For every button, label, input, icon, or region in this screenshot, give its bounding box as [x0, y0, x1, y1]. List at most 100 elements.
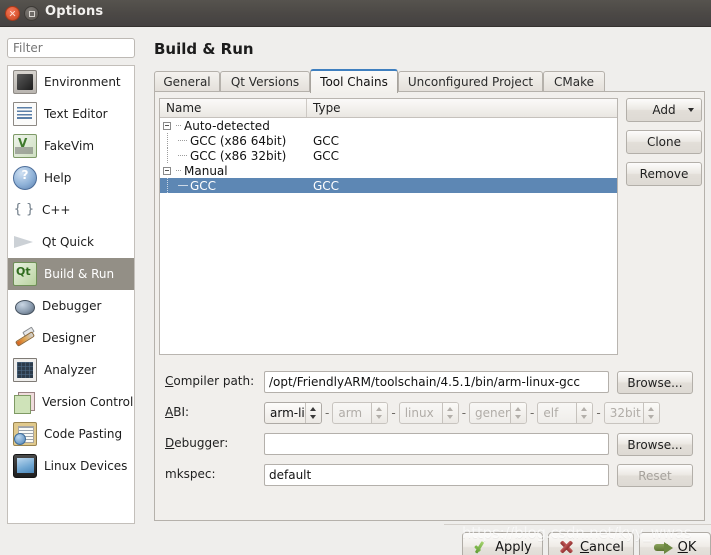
- compiler-path-row: Compiler path: Browse...: [159, 371, 702, 394]
- abi-separator: -: [530, 406, 535, 420]
- column-header-type[interactable]: Type: [307, 99, 617, 117]
- expander-collapse-icon[interactable]: [160, 118, 176, 133]
- bug-icon: [13, 295, 35, 317]
- sidebar-item-version-control[interactable]: Version Control: [8, 386, 134, 418]
- tree-item-name: GCC (x86 32bit): [190, 148, 287, 163]
- debugger-browse-button[interactable]: Browse...: [617, 433, 693, 456]
- mkspec-reset-button[interactable]: Reset: [617, 464, 693, 487]
- check-icon: [473, 539, 490, 555]
- abi-combo-value: arm-li: [270, 406, 305, 420]
- options-dialog: Options Environment Text Editor FakeVim Hel…: [0, 0, 711, 555]
- sidebar-item-c[interactable]: C++: [8, 194, 134, 226]
- tree-header: Name Type: [160, 99, 617, 118]
- tree-line-vertical: [167, 148, 168, 163]
- debugger-input[interactable]: [264, 433, 609, 455]
- sidebar-item-label: Qt Quick: [42, 235, 94, 249]
- cross-icon: [558, 539, 575, 555]
- spinner-arrows-icon[interactable]: [642, 403, 659, 423]
- sidebar-item-help[interactable]: Help: [8, 162, 134, 194]
- sidebar-item-code-pasting[interactable]: Code Pasting: [8, 418, 134, 450]
- sidebar-item-build-run[interactable]: Build & Run: [8, 258, 134, 290]
- sidebar-item-label: Version Control: [42, 395, 134, 409]
- sidebar-item-linux-devices[interactable]: Linux Devices: [8, 450, 134, 482]
- tree-row[interactable]: GCC (x86 64bit) GCC: [160, 133, 617, 148]
- mkspec-row: mkspec: Reset: [159, 464, 702, 487]
- abi-combo-0[interactable]: arm-li: [264, 402, 322, 424]
- tree-row[interactable]: Manual: [160, 163, 617, 178]
- tab-unconfigured-project[interactable]: Unconfigured Project: [398, 71, 543, 92]
- phone-device-icon: [13, 454, 37, 478]
- sidebar-item-label: Linux Devices: [44, 459, 128, 473]
- sidebar-item-qt-quick[interactable]: Qt Quick: [8, 226, 134, 258]
- tab-tool-chains[interactable]: Tool Chains: [310, 69, 398, 93]
- toolchains-tree[interactable]: Name Type Auto-detected GCC (x86 64bit) GC…: [159, 98, 618, 355]
- tree-item-name: Auto-detected: [184, 118, 270, 133]
- tree-cell-name: Auto-detected: [160, 118, 307, 133]
- sidebar-item-analyzer[interactable]: Analyzer: [8, 354, 134, 386]
- debugger-label: Debugger:: [165, 436, 229, 450]
- clone-button[interactable]: Clone: [626, 130, 702, 154]
- compiler-path-browse-button[interactable]: Browse...: [617, 371, 693, 394]
- sidebar-item-text-editor[interactable]: Text Editor: [8, 98, 134, 130]
- compiler-path-input[interactable]: [264, 371, 609, 393]
- tree-item-name: Manual: [184, 163, 228, 178]
- fakevim-icon: [13, 134, 37, 158]
- spinner-arrows-icon[interactable]: [441, 403, 458, 423]
- mkspec-input[interactable]: [264, 464, 609, 486]
- tree-row[interactable]: GCC (x86 32bit) GCC: [160, 148, 617, 163]
- tree-cell-type: GCC: [313, 133, 340, 148]
- compiler-path-browse-label: Browse...: [627, 375, 683, 390]
- tool-chains-panel: Name Type Auto-detected GCC (x86 64bit) GC…: [154, 91, 705, 521]
- abi-combo-value: 32bit: [609, 406, 641, 420]
- spinner-arrows-icon[interactable]: [510, 403, 527, 423]
- tree-line-horizontal: [178, 140, 188, 141]
- tree-cell-name: GCC (x86 32bit): [160, 148, 307, 163]
- column-header-name[interactable]: Name: [160, 99, 307, 117]
- sidebar-item-debugger[interactable]: Debugger: [8, 290, 134, 322]
- braces-icon: [13, 199, 35, 221]
- abi-combo-value: elf: [543, 406, 559, 420]
- monitor-icon: [13, 70, 37, 94]
- spinner-arrows-icon[interactable]: [371, 403, 388, 423]
- sidebar-item-fakevim[interactable]: FakeVim: [8, 130, 134, 162]
- tree-cell-name: GCC (x86 64bit): [160, 133, 307, 148]
- tab-label: Qt Versions: [230, 75, 300, 89]
- tree-row[interactable]: GCC GCC: [160, 178, 617, 193]
- expander-collapse-icon[interactable]: [160, 163, 176, 178]
- abi-combo-value: generi: [475, 406, 511, 420]
- clipboard-globe-icon: [13, 422, 37, 446]
- sidebar-item-label: Build & Run: [44, 267, 115, 281]
- title-bar: Options: [0, 0, 711, 27]
- tab-qt-versions[interactable]: Qt Versions: [220, 71, 310, 92]
- sidebar-item-designer[interactable]: Designer: [8, 322, 134, 354]
- spinner-arrows-icon[interactable]: [305, 403, 321, 423]
- category-list[interactable]: Environment Text Editor FakeVim Help C++ Qt Q…: [7, 65, 135, 524]
- tree-row[interactable]: Auto-detected: [160, 118, 617, 133]
- tab-general[interactable]: General: [154, 71, 220, 92]
- arrow-enter-icon: [653, 539, 673, 555]
- sidebar-item-environment[interactable]: Environment: [8, 66, 134, 98]
- tab-cmake[interactable]: CMake: [543, 71, 605, 92]
- dialog-button-bar: Apply Cancel OK: [0, 524, 711, 555]
- remove-button[interactable]: Remove: [626, 162, 702, 186]
- apply-button[interactable]: Apply: [462, 532, 543, 555]
- abi-combo-value: linux: [404, 406, 434, 420]
- abi-row: ABI: arm-li - arm - linux - generi - elf -32bit: [159, 402, 702, 424]
- sidebar-item-label: Text Editor: [44, 107, 108, 121]
- spinner-arrows-icon[interactable]: [576, 403, 593, 423]
- close-icon[interactable]: [5, 6, 20, 21]
- tree-item-name: GCC: [190, 178, 217, 193]
- maximize-icon[interactable]: [24, 6, 39, 21]
- cancel-button[interactable]: Cancel: [548, 532, 634, 555]
- add-button[interactable]: Add: [626, 98, 702, 122]
- debugger-row: Debugger: Browse...: [159, 433, 702, 456]
- filter-input[interactable]: [7, 38, 135, 58]
- tab-underline: [154, 91, 705, 92]
- tab-label: Tool Chains: [320, 75, 388, 89]
- sidebar-item-label: Designer: [42, 331, 96, 345]
- ok-button[interactable]: OK: [639, 532, 711, 555]
- two-pages-icon: [13, 391, 35, 414]
- add-button-label: Add: [652, 103, 676, 117]
- debugger-browse-label: Browse...: [627, 437, 683, 452]
- tree-cell-type: GCC: [313, 148, 340, 163]
